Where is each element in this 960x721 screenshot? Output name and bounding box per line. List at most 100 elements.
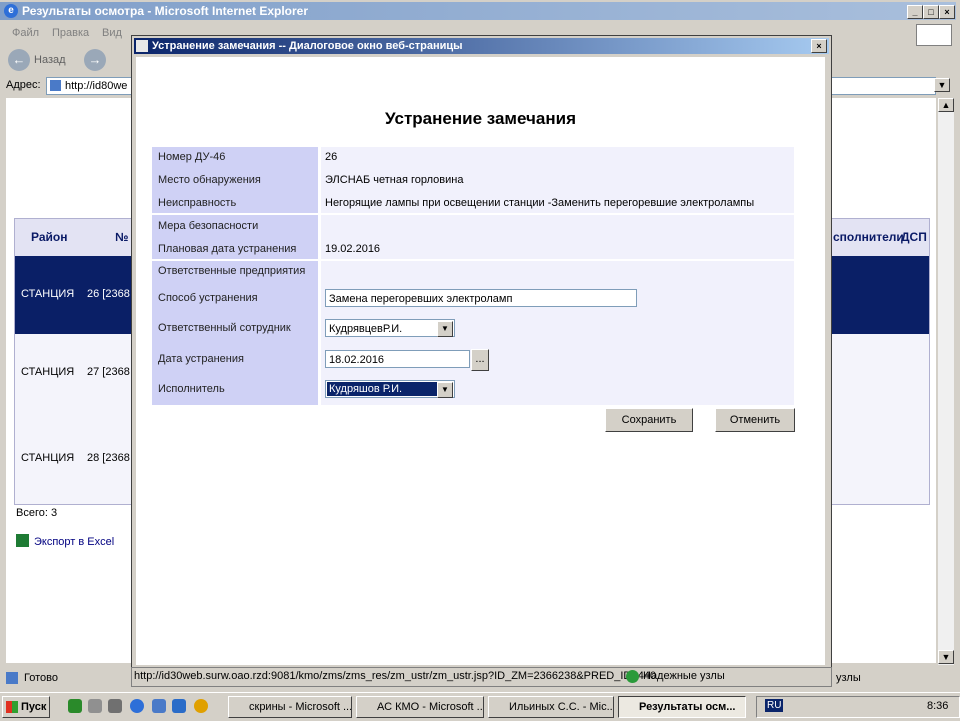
du46-label: Номер ДУ-46	[158, 151, 226, 163]
menu-file[interactable]: Файл	[12, 27, 39, 39]
menu-view[interactable]: Вид	[102, 27, 122, 39]
row-district: СТАНЦИЯ	[21, 452, 75, 464]
fault-label: Неисправность	[158, 197, 237, 209]
form-value-group: 19.02.2016	[321, 215, 794, 259]
fix-date-input[interactable]: 18.02.2016	[325, 350, 470, 368]
row-num: 28 [2368	[87, 452, 130, 464]
modal-dialog: Устранение замечания -- Диалоговое окно …	[131, 35, 832, 669]
plan-date-value: 19.02.2016	[325, 243, 381, 255]
taskbar-item-label: Результаты осм...	[639, 701, 736, 713]
taskbar-item-label: АС КМО - Microsoft ...	[377, 701, 484, 713]
chevron-down-icon[interactable]: ▼	[437, 382, 453, 398]
menu-edit[interactable]: Правка	[52, 27, 89, 39]
method-input[interactable]: Замена перегоревших электроламп	[325, 289, 637, 307]
method-label: Способ устранения	[158, 292, 258, 304]
scroll-down-icon[interactable]: ▼	[938, 650, 954, 664]
tree-icon[interactable]	[68, 699, 82, 713]
windows-logo-icon	[6, 701, 18, 713]
media-icon[interactable]	[194, 699, 208, 713]
fix-form: Номер ДУ-46 Место обнаружения Неисправно…	[152, 147, 794, 405]
tool-icon[interactable]	[108, 699, 122, 713]
gear-icon[interactable]	[88, 699, 102, 713]
col-dsp: ДСП	[901, 230, 927, 244]
dialog-close-button[interactable]: ×	[811, 39, 827, 53]
form-label-group: Номер ДУ-46 Место обнаружения Неисправно…	[152, 147, 318, 213]
dialog-title-bar: Устранение замечания -- Диалоговое окно …	[134, 38, 829, 54]
ie-icon[interactable]	[130, 699, 144, 713]
du46-value: 26	[325, 151, 338, 163]
export-excel-link[interactable]: Экспорт в Excel	[34, 536, 114, 548]
taskbar-item[interactable]: скрины - Microsoft ...	[228, 696, 352, 718]
address-dropdown-icon[interactable]: ▼	[934, 78, 950, 92]
row-num: 26 [2368	[87, 288, 130, 300]
start-label: Пуск	[21, 701, 47, 713]
col-executors: сполнители	[833, 230, 904, 244]
minimize-button[interactable]: _	[907, 5, 923, 19]
dialog-title: Устранение замечания -- Диалоговое окно …	[152, 40, 463, 52]
close-button[interactable]: ×	[939, 5, 955, 19]
form-value-group: 26 ЭЛСНАБ четная горловина Негорящие лам…	[321, 147, 794, 213]
fix-date-label: Дата устранения	[158, 353, 244, 365]
address-label: Адрес:	[6, 79, 41, 91]
dialog-status-bar: http://id30web.surw.oao.rzd:9081/kmo/zms…	[131, 667, 832, 687]
start-button[interactable]: Пуск	[2, 696, 50, 718]
plan-date-label: Плановая дата устранения	[158, 243, 297, 255]
system-tray: RU 8:36	[756, 696, 960, 718]
maximize-button[interactable]: □	[923, 5, 939, 19]
safety-label: Мера безопасности	[158, 220, 259, 232]
dialog-window-icon	[136, 40, 148, 52]
taskbar-item[interactable]: АС КМО - Microsoft ...	[356, 696, 484, 718]
dialog-body: Устранение замечания Номер ДУ-46 Место о…	[136, 57, 825, 665]
row-num: 27 [2368	[87, 366, 130, 378]
taskbar-item-label: Ильиных С.С. - Mic...	[509, 701, 614, 713]
employee-select-value: КудрявцевР.И.	[329, 323, 403, 335]
forward-arrow-icon[interactable]: →	[84, 49, 106, 71]
address-input-tail[interactable]	[830, 77, 936, 95]
resp-enterprises-label: Ответственные предприятия	[158, 265, 306, 277]
ie-logo-icon: e	[4, 4, 18, 18]
dialog-heading: Устранение замечания	[385, 109, 576, 128]
dialog-status-zone: Надежные узлы	[643, 670, 725, 682]
save-button[interactable]: Сохранить	[605, 408, 693, 432]
taskbar-item-active[interactable]: Результаты осм...	[618, 696, 746, 718]
back-arrow-icon[interactable]: ←	[8, 49, 30, 71]
cancel-button[interactable]: Отменить	[715, 408, 795, 432]
fault-value: Негорящие лампы при освещении станции -З…	[325, 197, 755, 209]
executor-select[interactable]: Кудряшов Р.И. ▼	[325, 380, 455, 398]
page-icon	[6, 672, 18, 684]
ie-title: Результаты осмотра - Microsoft Internet …	[22, 4, 309, 18]
executor-label: Исполнитель	[158, 383, 225, 395]
address-input[interactable]: http://id80we	[46, 77, 133, 95]
vertical-scrollbar[interactable]: ▲ ▼	[938, 98, 954, 665]
row-district: СТАНЦИЯ	[21, 366, 75, 378]
employee-label: Ответственный сотрудник	[158, 322, 291, 334]
taskbar-item-label: скрины - Microsoft ...	[249, 701, 352, 713]
place-value: ЭЛСНАБ четная горловина	[325, 174, 464, 186]
executor-select-value: Кудряшов Р.И.	[327, 382, 439, 396]
place-label: Место обнаружения	[158, 174, 261, 186]
desktop-icon[interactable]	[172, 699, 186, 713]
employee-select[interactable]: КудрявцевР.И. ▼	[325, 319, 455, 337]
total-count: Всего: 3	[16, 507, 58, 519]
language-indicator[interactable]: RU	[765, 699, 784, 712]
network-icon[interactable]	[152, 699, 166, 713]
dialog-status-url: http://id30web.surw.oao.rzd:9081/kmo/zms…	[134, 670, 657, 682]
form-label-group: Мера безопасности Плановая дата устранен…	[152, 215, 318, 259]
clock: 8:36	[927, 700, 949, 712]
col-num: №	[115, 230, 129, 244]
check-icon	[626, 670, 639, 683]
scroll-up-icon[interactable]: ▲	[938, 98, 954, 112]
taskbar: Пуск скрины - Microsoft ... АС КМО - Mic…	[0, 692, 960, 721]
form-label-group: Ответственные предприятия Способ устране…	[152, 261, 318, 405]
taskbar-item[interactable]: Ильиных С.С. - Mic...	[488, 696, 614, 718]
status-text: Готово	[24, 672, 58, 684]
excel-icon[interactable]	[16, 534, 29, 547]
address-value: http://id80we	[65, 80, 128, 92]
row-district: СТАНЦИЯ	[21, 288, 75, 300]
col-district: Район	[31, 230, 68, 244]
chevron-down-icon[interactable]: ▼	[437, 321, 453, 337]
ie-title-bar: e Результаты осмотра - Microsoft Interne…	[0, 2, 956, 20]
back-label[interactable]: Назад	[34, 54, 66, 66]
date-picker-button[interactable]: ...	[471, 349, 489, 371]
page-icon	[50, 80, 61, 91]
